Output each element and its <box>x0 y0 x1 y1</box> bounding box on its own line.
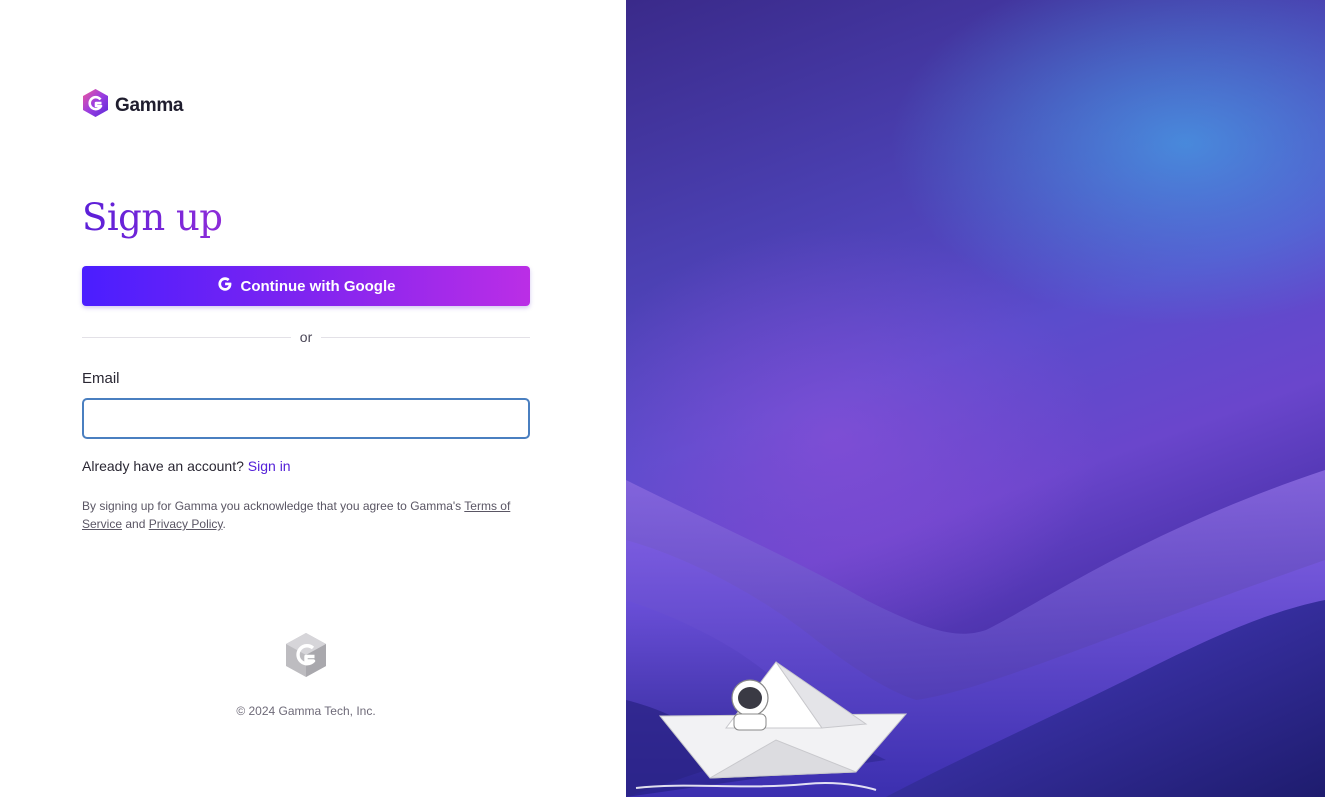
gamma-logo-gray-icon <box>283 631 329 684</box>
legal-suffix: . <box>222 517 226 531</box>
privacy-policy-link[interactable]: Privacy Policy <box>149 517 223 531</box>
hero-artwork <box>626 470 1325 797</box>
sign-in-prompt: Already have an account? Sign in <box>82 458 291 474</box>
sign-in-link[interactable]: Sign in <box>248 458 291 474</box>
email-label: Email <box>82 370 120 387</box>
google-button-label: Continue with Google <box>240 277 396 295</box>
email-field[interactable] <box>82 398 530 439</box>
astronaut <box>731 679 769 731</box>
account-prompt-text: Already have an account? <box>82 458 244 474</box>
gamma-logo-icon <box>82 88 109 123</box>
signup-panel: Gamma Sign up Continue with Google or Em… <box>0 0 626 797</box>
legal-notice: By signing up for Gamma you acknowledge … <box>82 497 532 533</box>
legal-prefix: By signing up for Gamma you acknowledge … <box>82 499 465 513</box>
divider-text: or <box>299 329 313 345</box>
google-icon <box>217 276 233 296</box>
divider-line-left <box>82 336 291 338</box>
brand[interactable]: Gamma <box>82 88 184 123</box>
continue-with-google-button[interactable]: Continue with Google <box>82 266 530 306</box>
legal-middle: and <box>122 517 149 531</box>
or-divider: or <box>82 328 531 346</box>
copyright: © 2024 Gamma Tech, Inc. <box>236 704 376 718</box>
hero-illustration <box>626 0 1325 797</box>
brand-name: Gamma <box>115 94 184 116</box>
divider-line-right <box>321 336 531 338</box>
page-title: Sign up <box>82 196 223 239</box>
